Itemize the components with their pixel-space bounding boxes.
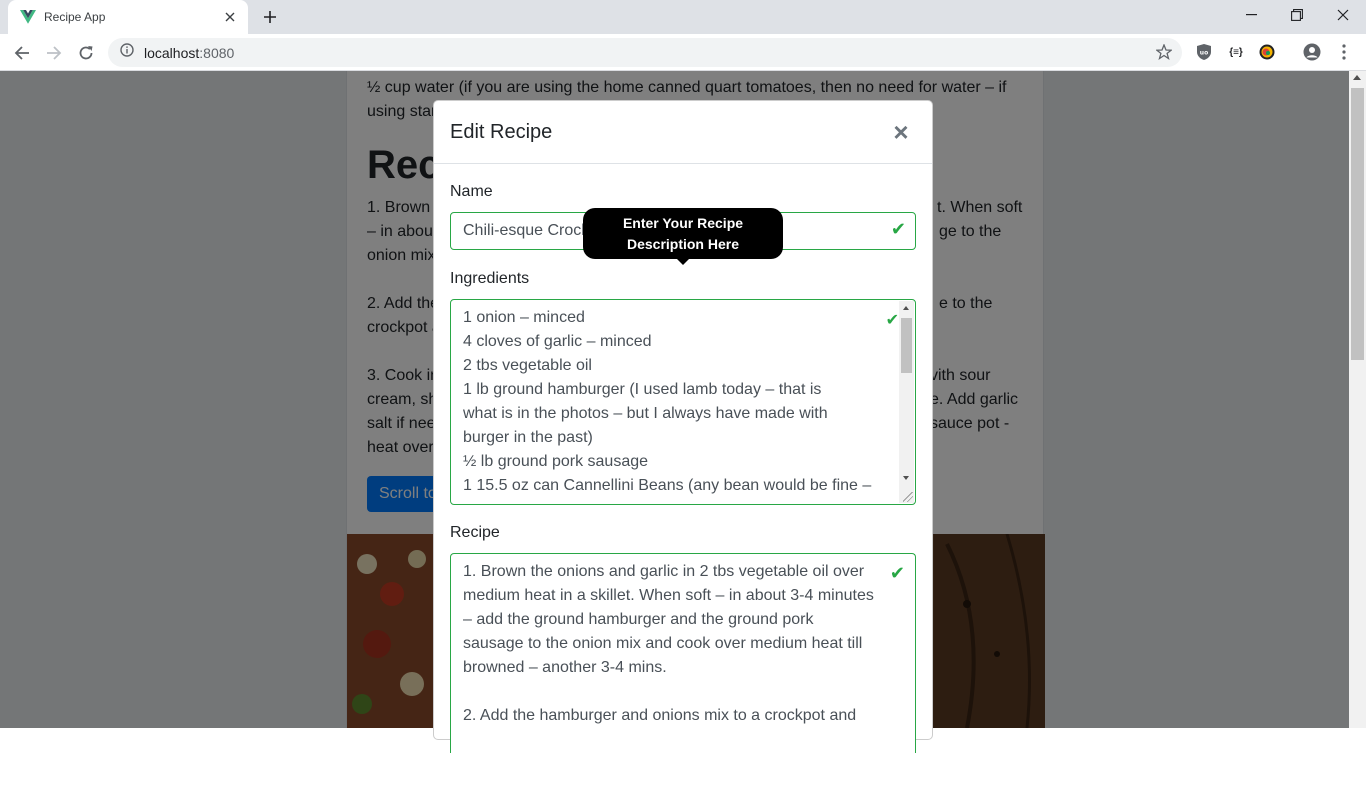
browser-toolbar: localhost:8080 uo {≡}: [0, 34, 1366, 71]
new-tab-icon[interactable]: [258, 6, 282, 28]
ingredient-line: ½ lb ground pork sausage: [463, 453, 649, 470]
star-icon[interactable]: [1154, 43, 1174, 65]
scroll-up-arrow-icon[interactable]: [1353, 75, 1361, 80]
ingredient-line: what is in the photos – but I always hav…: [463, 405, 828, 422]
page-scrollbar[interactable]: [1349, 71, 1366, 728]
url-host: localhost: [144, 44, 200, 61]
tab-title: Recipe App: [44, 10, 106, 24]
ublock-icon[interactable]: uo: [1194, 42, 1214, 62]
back-arrow-icon[interactable]: [8, 39, 36, 67]
url-text: localhost:8080: [144, 45, 234, 61]
scroll-up-arrow-icon[interactable]: [903, 306, 909, 310]
recipe-line: sausage to the onion mix and cook over m…: [463, 635, 863, 652]
browser-tab[interactable]: Recipe App: [8, 0, 248, 34]
address-bar[interactable]: localhost:8080: [108, 38, 1182, 67]
minimize-icon[interactable]: [1228, 0, 1274, 30]
recipe-line: browned – another 3-4 mins.: [463, 659, 667, 676]
color-ext-icon[interactable]: [1257, 42, 1277, 62]
modal-header: Edit Recipe ×: [434, 101, 932, 164]
recipe-line: – add the ground hamburger and the groun…: [463, 611, 814, 628]
reload-icon[interactable]: [72, 39, 100, 67]
scrollbar-thumb[interactable]: [901, 318, 912, 373]
ingredient-line: 1 onion – minced: [463, 309, 585, 326]
edit-recipe-modal: Edit Recipe × Name ✔ Ingredients 1 onion…: [433, 100, 933, 753]
tooltip-line: Description Here: [626, 236, 740, 252]
recipe-textarea[interactable]: 1. Brown the onions and garlic in 2 tbs …: [450, 553, 916, 753]
recipe-line: [463, 680, 875, 704]
check-icon: ✔: [889, 563, 905, 583]
scroll-down-arrow-icon[interactable]: [903, 476, 909, 480]
window-close-icon[interactable]: [1320, 0, 1366, 30]
modal-title: Edit Recipe: [450, 120, 553, 143]
ingredients-textarea[interactable]: 1 onion – minced 4 cloves of garlic – mi…: [450, 299, 916, 505]
url-port: :8080: [199, 44, 235, 61]
tooltip-line: Enter Your Recipe: [622, 215, 744, 231]
ingredient-line: 4 cloves of garlic – minced: [463, 333, 652, 350]
json-ext-icon[interactable]: {≡}: [1225, 42, 1247, 62]
info-icon[interactable]: [120, 43, 134, 62]
ingredient-line: 1 15.5 oz can Cannellini Beans (any bean…: [463, 477, 872, 494]
ingredients-scrollbar[interactable]: [899, 301, 914, 503]
recipe-line: 1. Brown the onions and garlic in 2 tbs …: [463, 563, 865, 580]
description-tooltip: Enter Your Recipe Description Here: [583, 208, 783, 265]
resize-handle-icon[interactable]: [903, 492, 913, 502]
menu-dots-icon[interactable]: [1334, 42, 1354, 62]
check-icon: ✔: [890, 219, 906, 239]
profile-icon[interactable]: [1302, 42, 1322, 62]
ingredients-label: Ingredients: [450, 270, 530, 287]
name-label: Name: [450, 183, 493, 200]
forward-arrow-icon[interactable]: [40, 39, 68, 67]
close-icon[interactable]: ×: [886, 117, 916, 147]
ingredient-line: burger in the past): [463, 429, 593, 446]
browser-tab-strip: Recipe App: [0, 0, 1366, 34]
tab-close-icon[interactable]: [222, 9, 238, 25]
scrollbar-thumb[interactable]: [1351, 88, 1364, 360]
vue-logo-icon: [20, 9, 36, 25]
ingredients-field-wrapper: 1 onion – minced 4 cloves of garlic – mi…: [450, 299, 916, 505]
recipe-field-wrapper: 1. Brown the onions and garlic in 2 tbs …: [450, 553, 916, 753]
ingredient-line: 2 tbs vegetable oil: [463, 357, 592, 374]
ingredient-line: 1 lb ground hamburger (I used lamb today…: [463, 381, 822, 398]
maximize-icon[interactable]: [1274, 0, 1320, 30]
recipe-label: Recipe: [450, 524, 500, 541]
recipe-line: 2. Add the hamburger and onions mix to a…: [463, 707, 857, 724]
check-icon: ✔: [885, 312, 899, 329]
svg-text:uo: uo: [1200, 50, 1208, 57]
recipe-line: medium heat in a skillet. When soft – in…: [463, 587, 874, 604]
